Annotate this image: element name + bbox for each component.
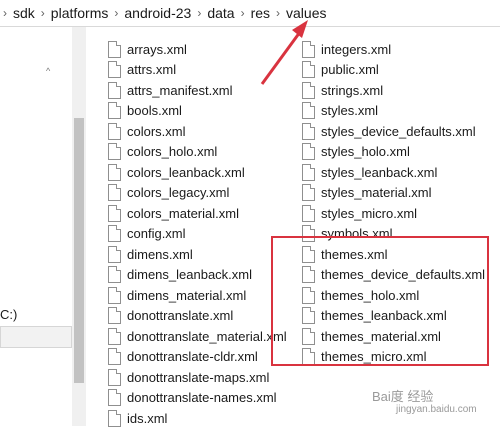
annotation-arrow-line <box>260 31 302 85</box>
watermark: Bai度 经验 <box>372 389 434 404</box>
watermark-url: jingyan.baidu.com <box>396 404 477 415</box>
annotation-arrow-head <box>292 20 308 38</box>
annotation-arrow-layer <box>260 20 308 85</box>
